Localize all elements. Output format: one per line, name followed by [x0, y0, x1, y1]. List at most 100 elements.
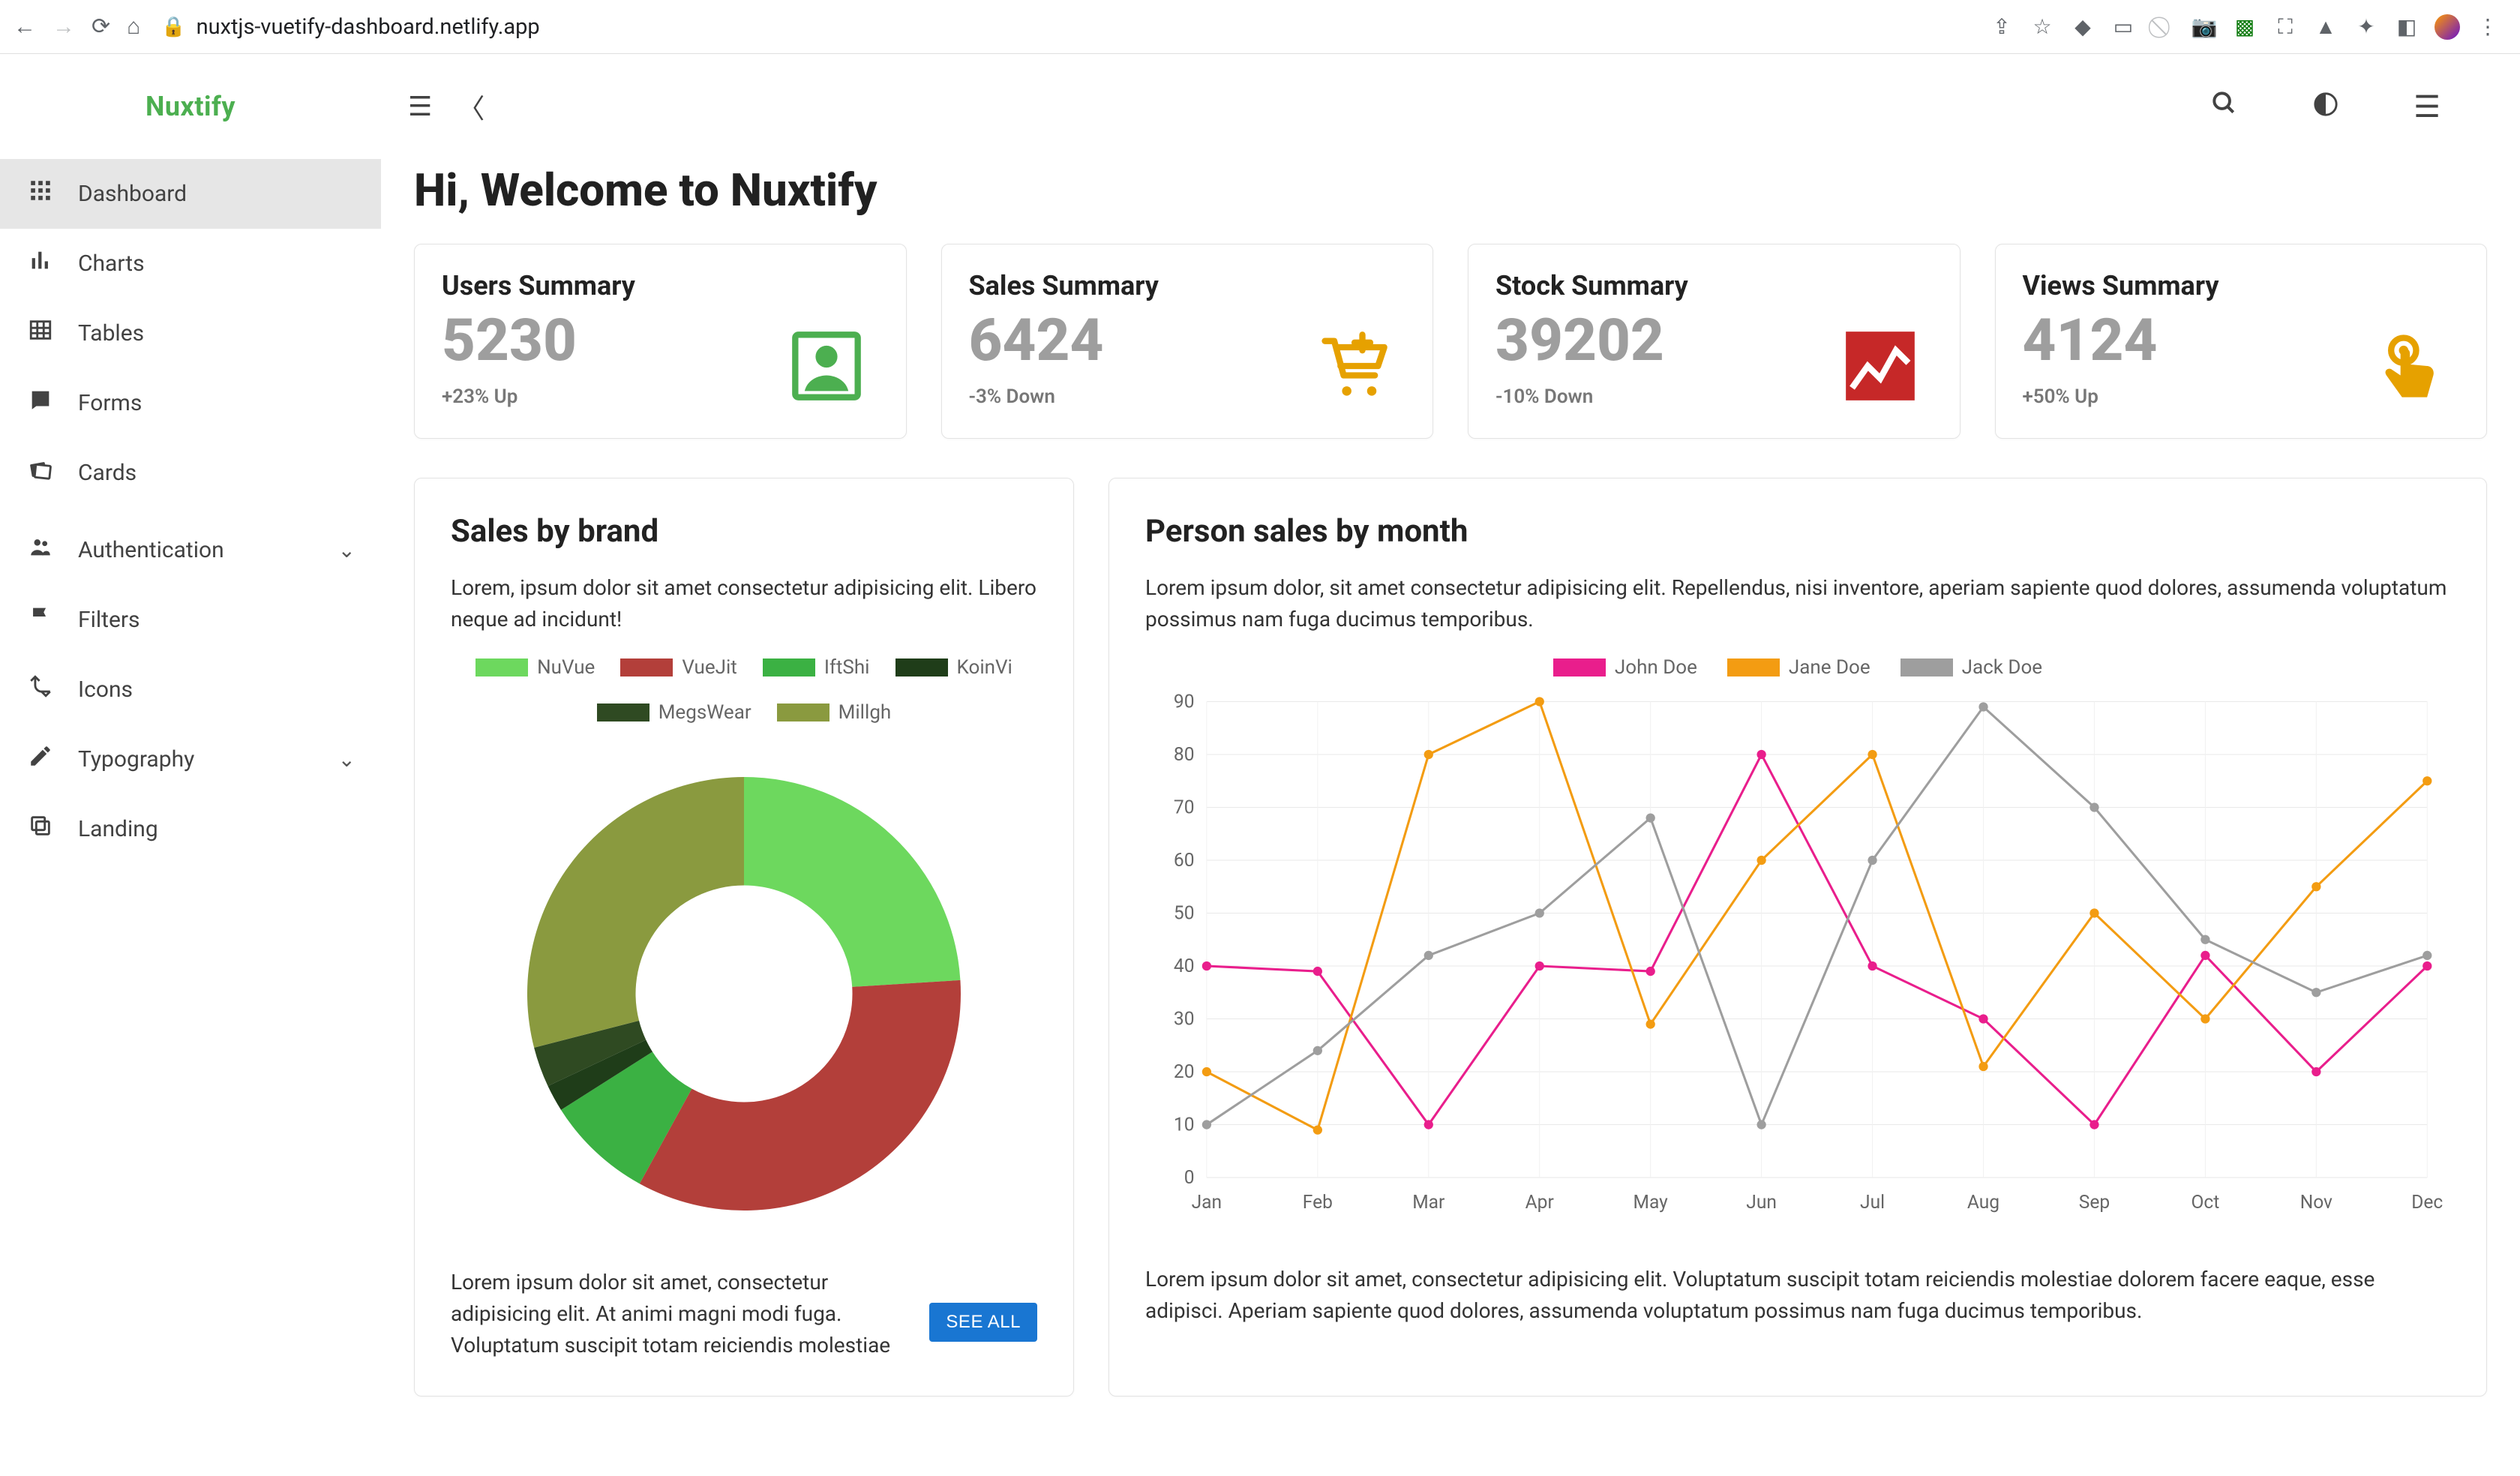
line-legend: John Doe Jane Doe Jack Doe [1145, 656, 2450, 679]
line-point[interactable] [2200, 951, 2210, 960]
line-point[interactable] [1868, 856, 1876, 865]
line-point[interactable] [1978, 1014, 1988, 1023]
sidebar-item-tables[interactable]: Tables [0, 298, 381, 368]
line-point[interactable] [2200, 1014, 2210, 1023]
browser-home-icon[interactable]: ⌂ [127, 14, 140, 40]
search-icon[interactable] [2210, 88, 2238, 124]
legend-item[interactable]: MegsWear [597, 701, 752, 724]
donut-slice[interactable] [744, 777, 960, 987]
block-icon[interactable]: ⃠ [2151, 14, 2176, 40]
line-point[interactable] [1202, 1120, 1211, 1129]
nuxt-triangle-icon[interactable]: ▲ [2313, 14, 2338, 40]
sidebar-item-authentication[interactable]: Authentication⌄ [0, 515, 381, 585]
line-point[interactable] [2312, 988, 2320, 997]
line-point[interactable] [1756, 750, 1766, 759]
line-point[interactable] [2312, 1067, 2320, 1076]
extensions-icon[interactable]: ✦ [2354, 14, 2379, 40]
line-point[interactable] [1646, 813, 1655, 822]
main: ☰ 〈 ☰ Hi, Welcome to Nuxtify Users Summa… [381, 54, 2520, 1476]
legend-item[interactable]: VueJit [620, 656, 737, 679]
line-point[interactable] [1978, 1062, 1988, 1071]
line-point[interactable] [2312, 882, 2320, 891]
line-point[interactable] [1424, 750, 1433, 759]
donut-slice[interactable] [527, 777, 744, 1048]
line-point[interactable] [2422, 951, 2432, 960]
line-point[interactable] [2422, 962, 2432, 970]
legend-item[interactable]: Jane Doe [1727, 656, 1870, 679]
browser-back-icon[interactable]: ← [14, 14, 36, 40]
svg-text:Feb: Feb [1303, 1191, 1333, 1213]
chevron-left-icon[interactable]: 〈 [458, 87, 484, 126]
line-point[interactable] [2422, 776, 2432, 785]
see-all-button[interactable]: SEE ALL [929, 1303, 1037, 1342]
url-bar[interactable]: 🔒 nuxtjs-vuetify-dashboard.netlify.app [151, 14, 1978, 40]
browser-forward-icon[interactable]: → [52, 14, 75, 40]
sidebar-item-filters[interactable]: Filters [0, 585, 381, 655]
legend-item[interactable]: John Doe [1553, 656, 1697, 679]
sidebar-item-dashboard[interactable]: Dashboard [0, 159, 381, 229]
line-point[interactable] [1313, 1046, 1322, 1055]
line-point[interactable] [1868, 962, 1876, 970]
share-icon[interactable]: ⇪ [1989, 14, 2014, 40]
theme-toggle-icon[interactable] [2313, 89, 2338, 124]
url-host: nuxtjs-vuetify-dashboard.netlify.app [196, 14, 540, 40]
line-point[interactable] [1202, 1067, 1211, 1076]
line-point[interactable] [1646, 1019, 1655, 1028]
sidebar-item-landing[interactable]: Landing [0, 794, 381, 864]
line-point[interactable] [2090, 908, 2098, 917]
sidebar-item-charts[interactable]: Charts [0, 229, 381, 298]
grid-icon[interactable]: ▩ [2232, 14, 2258, 40]
sidebar-item-cards[interactable]: Cards [0, 438, 381, 508]
extension-cube-icon[interactable]: ◆ [2070, 14, 2096, 40]
bar_chart-icon [26, 248, 56, 280]
panel-title: Sales by brand [451, 513, 1037, 550]
sidebar-item-label: Typography [78, 746, 194, 772]
line-point[interactable] [1313, 967, 1322, 976]
legend-item[interactable]: IftShi [763, 656, 870, 679]
sidebar-item-icons[interactable]: Icons [0, 655, 381, 724]
sidebar-item-forms[interactable]: Forms [0, 368, 381, 438]
line-point[interactable] [1535, 697, 1544, 706]
line-series[interactable] [1207, 701, 2427, 1130]
line-point[interactable] [1646, 967, 1655, 976]
hamburger-icon[interactable]: ☰ [408, 91, 432, 122]
content: Hi, Welcome to Nuxtify Users Summary5230… [381, 159, 2520, 1426]
kebab-menu-icon[interactable]: ⋮ [2475, 14, 2500, 40]
line-point[interactable] [1756, 1120, 1766, 1129]
line-point[interactable] [1424, 951, 1433, 960]
icons-icon [26, 674, 56, 706]
line-point[interactable] [1313, 1125, 1322, 1134]
panel-title: Person sales by month [1145, 513, 2450, 550]
fit-screen-icon[interactable]: ▭ [2110, 14, 2136, 40]
line-point[interactable] [2090, 1120, 2098, 1129]
line-point[interactable] [1202, 962, 1211, 970]
topbar-menu-icon[interactable]: ☰ [2414, 89, 2440, 124]
svg-text:90: 90 [1174, 691, 1195, 712]
legend-item[interactable]: Millgh [777, 701, 892, 724]
star-icon[interactable]: ☆ [2030, 14, 2055, 40]
legend-label: KoinVi [957, 656, 1012, 679]
table-icon [26, 317, 56, 350]
legend-item[interactable]: Jack Doe [1900, 656, 2042, 679]
legend-label: Jane Doe [1789, 656, 1870, 679]
line-point[interactable] [2090, 802, 2098, 812]
line-point[interactable] [1756, 856, 1766, 865]
line-point[interactable] [1424, 1120, 1433, 1129]
line-point[interactable] [2200, 935, 2210, 944]
legend-item[interactable]: NuVue [476, 656, 595, 679]
legend-item[interactable]: KoinVi [896, 656, 1012, 679]
line-point[interactable] [1978, 702, 1988, 711]
line-series[interactable] [1207, 754, 2427, 1125]
browser-reload-icon[interactable]: ⟳ [92, 14, 110, 40]
line-point[interactable] [1868, 750, 1876, 759]
panel-footer-text: Lorem ipsum dolor sit amet, consectetur … [451, 1267, 916, 1361]
sidepanel-icon[interactable]: ◧ [2394, 14, 2420, 40]
profile-avatar-icon[interactable] [2434, 14, 2460, 40]
line-point[interactable] [1535, 962, 1544, 970]
camera-icon[interactable]: 📷 [2192, 14, 2217, 40]
line-series[interactable] [1207, 707, 2427, 1125]
sidebar-item-typography[interactable]: Typography⌄ [0, 724, 381, 794]
brand-logo[interactable]: Nuxtify [0, 54, 381, 159]
crop-icon[interactable]: ⛶ [2272, 14, 2298, 40]
line-point[interactable] [1535, 908, 1544, 917]
